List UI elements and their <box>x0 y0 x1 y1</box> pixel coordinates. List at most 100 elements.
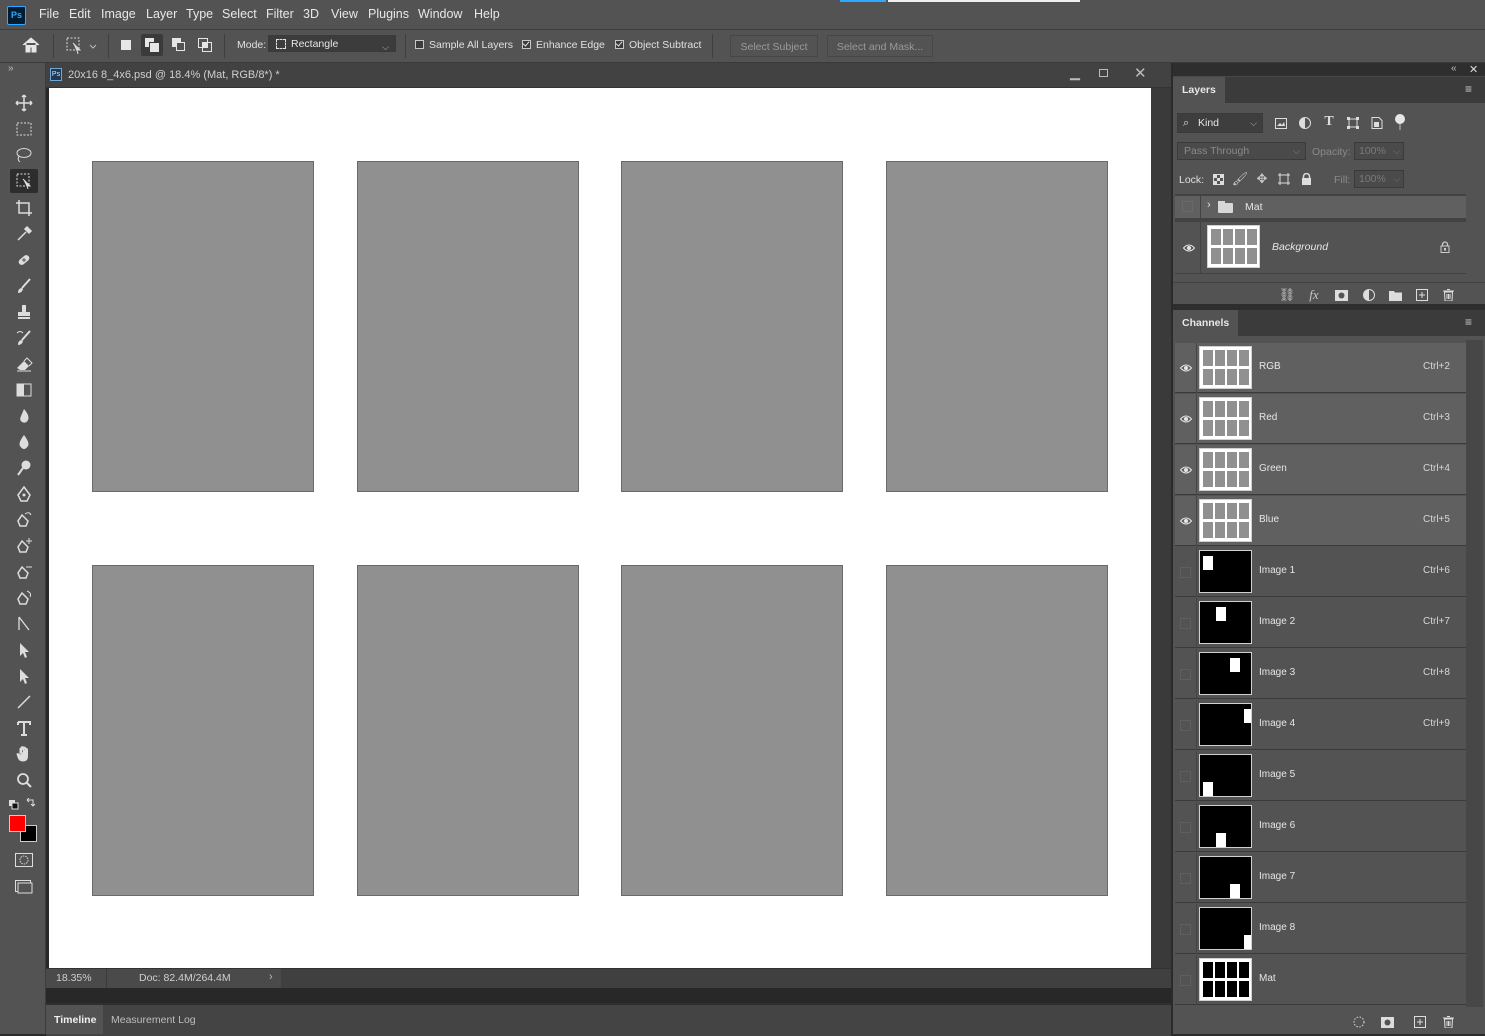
save-selection-as-channel-icon[interactable] <box>1380 1015 1394 1029</box>
brush-icon[interactable] <box>10 274 38 298</box>
channel-row[interactable]: Image 1 Ctrl+6 <box>1175 547 1466 597</box>
layer-row-mat[interactable]: › Mat <box>1175 196 1466 218</box>
channel-row[interactable]: Image 4 Ctrl+9 <box>1175 700 1466 750</box>
sample-all-layers-checkbox[interactable] <box>415 40 424 49</box>
pixel-layer-filter-icon[interactable] <box>1274 116 1288 130</box>
menu-file[interactable]: File <box>39 7 59 21</box>
enhance-edge-checkbox[interactable] <box>522 40 531 49</box>
eyedropper-icon[interactable] <box>10 222 38 246</box>
chevron-right-icon[interactable]: › <box>1207 199 1211 211</box>
channel-row[interactable]: Image 5 <box>1175 751 1466 801</box>
visibility-toggle[interactable] <box>1180 975 1191 986</box>
line-icon[interactable] <box>10 690 38 714</box>
new-selection-icon[interactable] <box>121 40 131 50</box>
move-tool-icon[interactable] <box>10 91 38 115</box>
collapse-panels-icon[interactable]: « <box>1451 63 1457 74</box>
menu-window[interactable]: Window <box>418 7 462 21</box>
menu-help[interactable]: Help <box>474 7 500 21</box>
lock-artboard-icon[interactable] <box>1277 172 1291 186</box>
filter-toggle-icon[interactable] <box>1395 114 1405 124</box>
adjustment-layer-icon[interactable] <box>1362 288 1376 302</box>
screen-mode-icon[interactable] <box>15 880 33 897</box>
layer-row-background[interactable]: Background <box>1175 222 1466 273</box>
delete-channel-icon[interactable] <box>1441 1015 1455 1029</box>
channel-row[interactable]: Green Ctrl+4 <box>1175 445 1466 495</box>
lasso-icon[interactable] <box>10 143 38 167</box>
eraser-icon[interactable] <box>10 352 38 376</box>
intersect-selection-icon[interactable] <box>198 38 212 52</box>
crop-icon[interactable] <box>10 196 38 220</box>
filter-kind-dropdown[interactable]: ⌕ Kind ⌵ <box>1177 113 1263 133</box>
lock-image-pixels-icon[interactable]: 🖌 <box>1232 171 1249 186</box>
close-panel-icon[interactable]: ✕ <box>1469 63 1478 76</box>
blur-icon[interactable] <box>10 404 38 428</box>
mode-dropdown[interactable]: Rectangle ⌵ <box>268 35 396 52</box>
new-channel-icon[interactable] <box>1413 1015 1427 1029</box>
menu-layer[interactable]: Layer <box>146 7 177 21</box>
eye-icon[interactable] <box>1183 244 1195 252</box>
visibility-toggle[interactable] <box>1180 822 1191 833</box>
opacity-input[interactable]: 100% ⌵ <box>1354 142 1404 160</box>
pen-icon[interactable] <box>10 482 38 506</box>
blend-mode-dropdown[interactable]: Pass Through ⌵ <box>1177 142 1306 160</box>
eye-icon[interactable] <box>1180 466 1192 474</box>
select-subject-button[interactable]: Select Subject <box>730 35 818 57</box>
rectangular-marquee-icon[interactable] <box>10 117 38 141</box>
home-icon[interactable] <box>21 36 41 57</box>
smart-object-filter-icon[interactable] <box>1370 116 1384 130</box>
channel-row[interactable]: Blue Ctrl+5 <box>1175 496 1466 546</box>
visibility-toggle[interactable] <box>1180 669 1191 680</box>
subtract-from-selection-icon[interactable] <box>172 38 186 52</box>
default-colors-icon[interactable] <box>9 799 19 813</box>
menu-filter[interactable]: Filter <box>266 7 294 21</box>
channel-row[interactable]: Image 3 Ctrl+8 <box>1175 649 1466 699</box>
eye-icon[interactable] <box>1180 415 1192 423</box>
object-selection-icon[interactable] <box>10 169 38 193</box>
quick-mask-icon[interactable] <box>15 853 33 870</box>
close-icon[interactable]: ✕ <box>1134 64 1147 82</box>
menu-3d[interactable]: 3D <box>303 7 319 21</box>
visibility-toggle[interactable] <box>1180 924 1191 935</box>
new-layer-icon[interactable] <box>1415 288 1429 302</box>
type-layer-filter-icon[interactable]: T <box>1322 114 1336 129</box>
lock-all-icon[interactable] <box>1299 172 1313 186</box>
trash-icon[interactable] <box>1441 288 1455 302</box>
visibility-toggle[interactable] <box>1180 873 1191 884</box>
expand-toolbar-icon[interactable]: » <box>8 63 14 74</box>
eye-icon[interactable] <box>1180 364 1192 372</box>
add-to-selection-icon[interactable] <box>141 34 163 56</box>
hand-icon[interactable] <box>10 742 38 766</box>
panel-menu-icon[interactable]: ≡ <box>1465 315 1472 329</box>
visibility-toggle[interactable] <box>1180 720 1191 731</box>
fx-icon[interactable]: fx <box>1307 287 1321 302</box>
channel-row[interactable]: Image 6 <box>1175 802 1466 852</box>
lock-position-icon[interactable]: ✥ <box>1255 171 1269 186</box>
channel-row[interactable]: Image 2 Ctrl+7 <box>1175 598 1466 648</box>
swap-colors-icon[interactable] <box>25 797 36 812</box>
healing-brush-icon[interactable] <box>10 248 38 272</box>
menu-plugins[interactable]: Plugins <box>368 7 409 21</box>
history-brush-icon[interactable] <box>10 326 38 350</box>
tab-timeline[interactable]: Timeline <box>54 1014 96 1026</box>
foreground-color-swatch[interactable] <box>9 815 26 832</box>
add-mask-icon[interactable] <box>1334 288 1348 302</box>
canvas[interactable] <box>49 88 1151 969</box>
tab-layers[interactable]: Layers <box>1173 77 1225 103</box>
convert-point-icon[interactable] <box>10 586 38 610</box>
panel-menu-icon[interactable]: ≡ <box>1465 82 1472 96</box>
lock-transparent-pixels-icon[interactable] <box>1211 172 1225 186</box>
select-and-mask-button[interactable]: Select and Mask... <box>827 35 933 57</box>
chevron-right-icon[interactable]: › <box>269 971 273 983</box>
freeform-pen-icon[interactable] <box>10 508 38 532</box>
zoom-icon[interactable] <box>10 768 38 792</box>
delete-anchor-icon[interactable] <box>10 560 38 584</box>
link-layers-icon[interactable]: ⛓ <box>1279 287 1296 302</box>
channel-row[interactable]: Mat <box>1175 955 1466 1005</box>
direct-selection-icon[interactable] <box>10 664 38 688</box>
channel-row[interactable]: Image 8 <box>1175 904 1466 954</box>
menu-select[interactable]: Select <box>222 7 257 21</box>
dodge-icon[interactable] <box>10 456 38 480</box>
document-tab[interactable]: Ps 20x16 8_4x6.psd @ 18.4% (Mat, RGB/8*)… <box>46 63 1171 88</box>
visibility-toggle[interactable] <box>1182 201 1193 212</box>
channel-row[interactable]: Red Ctrl+3 <box>1175 394 1466 444</box>
